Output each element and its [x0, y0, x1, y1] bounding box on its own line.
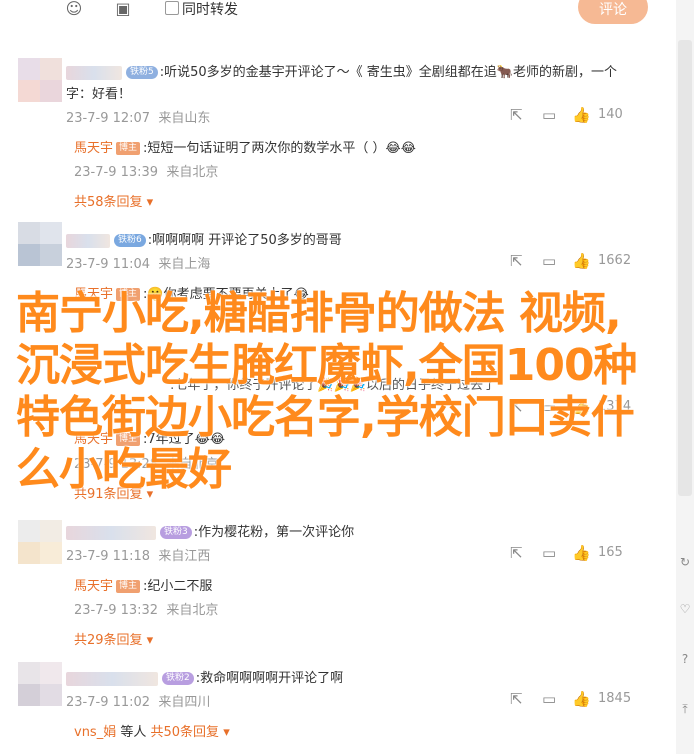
- username[interactable]: [66, 65, 122, 80]
- help-icon[interactable]: ?: [678, 652, 692, 666]
- like-icon[interactable]: 👍: [572, 690, 591, 708]
- share-icon[interactable]: ⇱: [510, 252, 523, 270]
- reply-meta: 23-7-9 13:39 来自北京: [74, 165, 219, 180]
- scrollbar-thumb[interactable]: [678, 40, 692, 496]
- like-icon[interactable]: 👍: [572, 544, 591, 562]
- author-badge: 博主: [116, 580, 141, 593]
- fan-badge: 铁粉2: [162, 672, 194, 685]
- comment-item: 铁粉3:作为樱花粉，第一次评论你 23-7-9 11:18 来自江西 ⇱ ▭ 👍…: [0, 518, 676, 648]
- comment-actions: ⇱ ▭ 👍 140: [510, 106, 650, 126]
- reply-meta: 23-7-9 13:32 来自北京: [74, 603, 219, 618]
- forward-label: 同时转发: [182, 2, 238, 18]
- avatar[interactable]: [18, 662, 62, 706]
- comment-item: 铁粉2:救命啊啊啊啊开评论了啊 23-7-9 11:02 来自四川 ⇱ ▭ 👍 …: [0, 662, 676, 754]
- fan-badge: 铁粉6: [114, 234, 146, 247]
- more-replies-link[interactable]: 共50条回复 ▾: [151, 725, 230, 740]
- share-icon[interactable]: ⇱: [510, 544, 523, 562]
- reply-icon[interactable]: ▭: [542, 690, 556, 708]
- image-icon[interactable]: ▣: [113, 0, 133, 18]
- username[interactable]: [66, 233, 110, 248]
- reply-icon[interactable]: ▭: [542, 544, 556, 562]
- reply-username[interactable]: 馬天宇: [74, 579, 113, 594]
- emoji-icon[interactable]: ☺: [64, 0, 84, 18]
- reply-text: 馬天宇 博主:纪小二不服: [74, 579, 213, 594]
- like-icon[interactable]: 👍: [572, 106, 591, 124]
- avatar[interactable]: [18, 520, 62, 564]
- reply-icon[interactable]: ▭: [542, 106, 556, 124]
- overlay-title: 南宁小吃,糖醋排骨的做法 视频,沉浸式吃生腌红魔虾,全国100种特色街边小吃名字…: [16, 288, 638, 495]
- comment-actions: ⇱ ▭ 👍 1845: [510, 690, 650, 710]
- more-replies-link[interactable]: 共58条回复 ▾: [74, 191, 153, 210]
- comment-meta: 23-7-9 11:18 来自江西: [66, 549, 211, 564]
- username[interactable]: [66, 671, 158, 686]
- fan-badge: 铁粉5: [126, 66, 158, 79]
- comment-meta: 23-7-9 11:04 来自上海: [66, 257, 211, 272]
- comment-meta: 23-7-9 12:07 来自山东: [66, 111, 211, 126]
- avatar[interactable]: [18, 58, 62, 102]
- comment-text: 铁粉2:救命啊啊啊啊开评论了啊: [66, 667, 343, 686]
- like-count: 140: [598, 107, 623, 122]
- reply-username[interactable]: vns_娟: [74, 725, 116, 740]
- comment-meta: 23-7-9 11:02 来自四川: [66, 695, 211, 710]
- comment-text: 铁粉6:啊啊啊啊 开评论了50多岁的哥哥: [66, 229, 342, 248]
- fan-badge: 铁粉3: [160, 526, 192, 539]
- comment-text: 铁粉3:作为樱花粉，第一次评论你: [66, 521, 354, 540]
- refresh-icon[interactable]: ↻: [678, 555, 692, 569]
- submit-comment-button[interactable]: 评论: [578, 0, 648, 24]
- comment-text: 铁粉5:听说50多岁的金基宇开评论了～《 寄生虫》全剧组都在追🐂老师的新剧，一个: [66, 61, 617, 80]
- comment-actions: ⇱ ▭ 👍 165: [510, 544, 650, 564]
- compose-toolbar: ☺ ▣ 同时转发 评论: [0, 0, 694, 30]
- avatar[interactable]: [18, 222, 62, 266]
- comment-text-continued: 字：好看！: [66, 87, 132, 102]
- reply-username[interactable]: 馬天宇: [74, 141, 113, 156]
- heart-icon[interactable]: ♡: [678, 602, 692, 616]
- author-badge: 博主: [116, 142, 141, 155]
- like-count: 1662: [598, 253, 632, 268]
- like-icon[interactable]: 👍: [572, 252, 591, 270]
- share-icon[interactable]: ⇱: [510, 690, 523, 708]
- top-icon[interactable]: ⤒: [678, 702, 692, 717]
- forward-checkbox[interactable]: [165, 1, 179, 15]
- comment-actions: ⇱ ▭ 👍 1662: [510, 252, 650, 272]
- like-count: 165: [598, 545, 623, 560]
- reply-preview: vns_娟 等人 共50条回复 ▾: [74, 725, 230, 740]
- more-replies-link[interactable]: 共29条回复 ▾: [74, 629, 153, 648]
- username[interactable]: [66, 525, 156, 540]
- reply-text: 馬天宇 博主:短短一句话证明了两次你的数学水平（ ）😂😂: [74, 141, 416, 156]
- reply-icon[interactable]: ▭: [542, 252, 556, 270]
- comment-item: 铁粉5:听说50多岁的金基宇开评论了～《 寄生虫》全剧组都在追🐂老师的新剧，一个…: [0, 58, 676, 210]
- share-icon[interactable]: ⇱: [510, 106, 523, 124]
- like-count: 1845: [598, 691, 632, 706]
